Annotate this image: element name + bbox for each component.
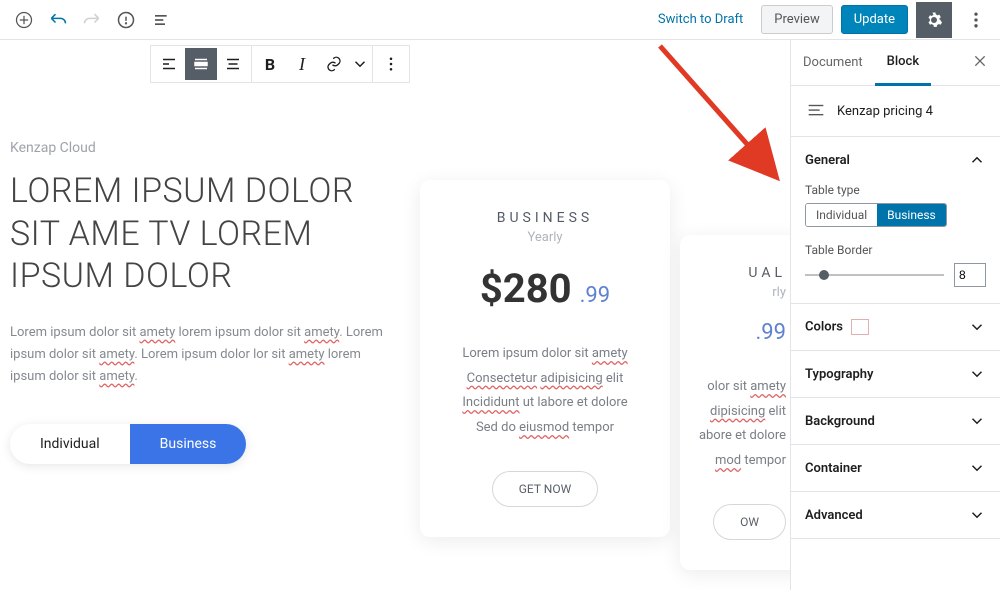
toggle-business[interactable]: Business <box>877 204 946 226</box>
more-menu-button[interactable] <box>960 4 992 36</box>
preview-button[interactable]: Preview <box>761 5 832 34</box>
table-type-label: Table type <box>805 183 986 197</box>
toggle-individual[interactable]: Individual <box>806 204 877 226</box>
chevron-down-icon <box>968 506 986 524</box>
tab-block[interactable]: Block <box>875 40 931 86</box>
switch-to-draft-link[interactable]: Switch to Draft <box>648 6 753 33</box>
tab-document[interactable]: Document <box>791 41 875 84</box>
table-border-input[interactable] <box>954 263 986 287</box>
topbar-right-actions: Switch to Draft Preview Update <box>648 2 992 38</box>
card-description[interactable]: Lorem ipsum dolor sit amety Consectetur … <box>444 342 646 441</box>
panel-general: General Table type Individual Business T… <box>791 137 1000 304</box>
card-price: .99 <box>680 320 786 345</box>
settings-sidebar: Document Block Kenzap pricing 4 General … <box>790 40 1000 590</box>
annotation-arrow-icon <box>620 40 790 200</box>
editor-canvas[interactable]: B I Kenzap Cloud LOREM IPSUM DOLOR SIT A… <box>0 40 790 590</box>
panel-background-toggle[interactable]: Background <box>791 398 1000 444</box>
italic-button[interactable]: I <box>286 48 318 80</box>
undo-button[interactable] <box>42 4 74 36</box>
panel-colors-toggle[interactable]: Colors <box>791 304 1000 350</box>
chevron-down-icon <box>968 365 986 383</box>
get-now-button[interactable]: OW <box>713 504 786 540</box>
panel-general-toggle[interactable]: General <box>791 137 1000 183</box>
align-left-button[interactable] <box>153 48 185 80</box>
topbar-left-tools <box>8 4 176 36</box>
table-border-control <box>805 263 986 287</box>
get-now-button[interactable]: GET NOW <box>492 471 598 507</box>
close-sidebar-button[interactable] <box>960 53 1000 73</box>
link-button[interactable] <box>318 48 350 80</box>
table-border-slider[interactable] <box>805 267 944 283</box>
block-header: Kenzap pricing 4 <box>791 86 1000 137</box>
block-icon <box>805 100 827 122</box>
pricing-card-peek[interactable]: UAL rly .99 olor sit amety dipisicing el… <box>680 235 790 570</box>
content-structure-button[interactable] <box>110 4 142 36</box>
align-full-button[interactable] <box>217 48 249 80</box>
card-title[interactable]: BUSINESS <box>444 210 646 226</box>
close-icon <box>972 53 988 69</box>
tab-individual[interactable]: Individual <box>10 424 130 464</box>
hero-description[interactable]: Lorem ipsum dolor sit amety lorem ipsum … <box>10 322 390 388</box>
document-outline-button[interactable] <box>144 4 176 36</box>
add-block-button[interactable] <box>8 4 40 36</box>
settings-toggle-button[interactable] <box>916 2 952 38</box>
align-wide-button[interactable] <box>185 48 217 80</box>
price-fraction: .99 <box>580 283 611 308</box>
gear-icon <box>925 11 943 29</box>
sidebar-tabs: Document Block <box>791 40 1000 86</box>
chevron-down-icon <box>968 459 986 477</box>
panel-typography-toggle[interactable]: Typography <box>791 351 1000 397</box>
hero-section[interactable]: Kenzap Cloud LOREM IPSUM DOLOR SIT AME T… <box>0 40 390 464</box>
editor-topbar: Switch to Draft Preview Update <box>0 0 1000 40</box>
table-type-toggle: Individual Business <box>805 203 947 227</box>
card-price[interactable]: $280 .99 <box>444 265 646 312</box>
brand-label[interactable]: Kenzap Cloud <box>10 140 390 156</box>
more-rich-text-button[interactable] <box>350 48 370 80</box>
hero-tabs: Individual Business <box>10 424 246 464</box>
redo-button[interactable] <box>76 4 108 36</box>
chevron-down-icon <box>968 412 986 430</box>
card-subtitle[interactable]: Yearly <box>444 230 646 245</box>
panel-advanced-toggle[interactable]: Advanced <box>791 492 1000 538</box>
table-border-label: Table Border <box>805 243 986 257</box>
hero-title[interactable]: LOREM IPSUM DOLOR SIT AME TV LOREM IPSUM… <box>10 170 390 298</box>
color-swatch <box>851 319 869 335</box>
card-subtitle: rly <box>680 285 786 300</box>
block-more-options-button[interactable] <box>375 48 407 80</box>
update-button[interactable]: Update <box>841 5 908 34</box>
block-toolbar: B I <box>150 45 410 83</box>
slider-thumb[interactable] <box>819 270 829 280</box>
pricing-card-business[interactable]: BUSINESS Yearly $280 .99 Lorem ipsum dolo… <box>420 180 670 537</box>
card-description: olor sit amety dipisicing elit abore et … <box>680 375 786 474</box>
price-whole: $280 <box>480 265 572 312</box>
card-title: UAL <box>680 265 786 281</box>
chevron-up-icon <box>968 151 986 169</box>
panel-container-toggle[interactable]: Container <box>791 445 1000 491</box>
chevron-down-icon <box>968 318 986 336</box>
tab-business[interactable]: Business <box>130 424 247 464</box>
block-name-label: Kenzap pricing 4 <box>837 104 933 119</box>
bold-button[interactable]: B <box>254 48 286 80</box>
